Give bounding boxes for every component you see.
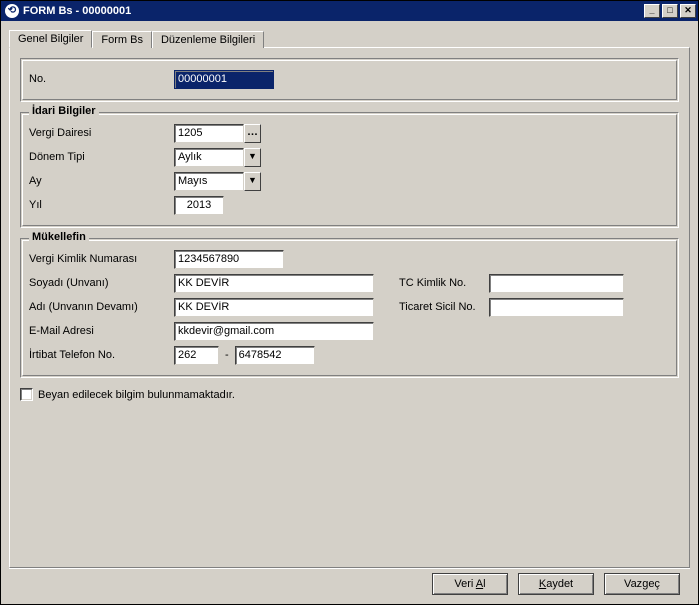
label-email: E-Mail Adresi <box>29 325 174 337</box>
tel-dash: - <box>225 349 229 361</box>
no-field[interactable] <box>174 70 274 89</box>
window: ⟲ FORM Bs - 00000001 _ □ ✕ Genel Bilgile… <box>0 0 699 605</box>
adi-field[interactable] <box>174 298 374 317</box>
tel-area-field[interactable] <box>174 346 219 365</box>
label-no: No. <box>29 73 174 85</box>
label-yil: Yıl <box>29 199 174 211</box>
label-tc: TC Kimlik No. <box>399 277 489 289</box>
yil-field[interactable]: 2013 <box>174 196 224 215</box>
label-sicil: Ticaret Sicil No. <box>399 301 489 313</box>
vergi-dairesi-combo: … <box>174 124 261 143</box>
email-field[interactable] <box>174 322 374 341</box>
maximize-button[interactable]: □ <box>662 4 678 18</box>
ay-combo: ▼ <box>174 172 261 191</box>
chevron-down-icon[interactable]: ▼ <box>244 148 261 167</box>
vkn-field[interactable] <box>174 250 284 269</box>
label-soyadi: Soyadı (Unvanı) <box>29 277 174 289</box>
checkbox-icon[interactable] <box>20 388 33 401</box>
client-area: Genel Bilgiler Form Bs Düzenleme Bilgile… <box>1 21 698 604</box>
app-icon: ⟲ <box>5 4 19 18</box>
veri-al-button[interactable]: Veri Al <box>432 573 508 595</box>
frame-idari: İdari Bilgiler Vergi Dairesi … Dönem Tip… <box>20 112 679 228</box>
vergi-dairesi-field[interactable] <box>174 124 244 143</box>
window-title: FORM Bs - 00000001 <box>23 5 131 17</box>
beyan-label: Beyan edilecek bilgim bulunmamaktadır. <box>38 389 235 401</box>
sicil-field[interactable] <box>489 298 624 317</box>
tab-panel: No. İdari Bilgiler Vergi Dairesi … Dönem… <box>9 47 690 568</box>
label-donem-tipi: Dönem Tipi <box>29 151 174 163</box>
tc-field[interactable] <box>489 274 624 293</box>
donem-tipi-combo: ▼ <box>174 148 261 167</box>
label-adi: Adı (Unvanın Devamı) <box>29 301 174 313</box>
tel-number-field[interactable] <box>235 346 315 365</box>
frame-no: No. <box>20 58 679 102</box>
button-bar: Veri Al Kaydet Vazgeç <box>9 568 690 598</box>
tab-strip: Genel Bilgiler Form Bs Düzenleme Bilgile… <box>9 27 690 47</box>
label-ay: Ay <box>29 175 174 187</box>
label-vergi-dairesi: Vergi Dairesi <box>29 127 174 139</box>
vazgec-button[interactable]: Vazgeç <box>604 573 680 595</box>
frame-mukellefin: Mükellefin Vergi Kimlik Numarası Soyadı … <box>20 238 679 378</box>
close-button[interactable]: ✕ <box>680 4 696 18</box>
vergi-dairesi-lookup-icon[interactable]: … <box>244 124 261 143</box>
chevron-down-icon[interactable]: ▼ <box>244 172 261 191</box>
legend-idari: İdari Bilgiler <box>29 105 99 117</box>
soyadi-field[interactable] <box>174 274 374 293</box>
tab-genel-bilgiler[interactable]: Genel Bilgiler <box>9 30 92 48</box>
donem-tipi-field[interactable] <box>174 148 244 167</box>
ay-field[interactable] <box>174 172 244 191</box>
tab-form-bs[interactable]: Form Bs <box>92 31 152 48</box>
tab-duzenleme-bilgileri[interactable]: Düzenleme Bilgileri <box>152 31 264 48</box>
titlebar: ⟲ FORM Bs - 00000001 _ □ ✕ <box>1 1 698 21</box>
label-telefon: İrtibat Telefon No. <box>29 349 174 361</box>
beyan-checkbox[interactable]: Beyan edilecek bilgim bulunmamaktadır. <box>20 388 679 401</box>
kaydet-button[interactable]: Kaydet <box>518 573 594 595</box>
minimize-button[interactable]: _ <box>644 4 660 18</box>
label-vkn: Vergi Kimlik Numarası <box>29 253 174 265</box>
legend-mukellefin: Mükellefin <box>29 231 89 243</box>
